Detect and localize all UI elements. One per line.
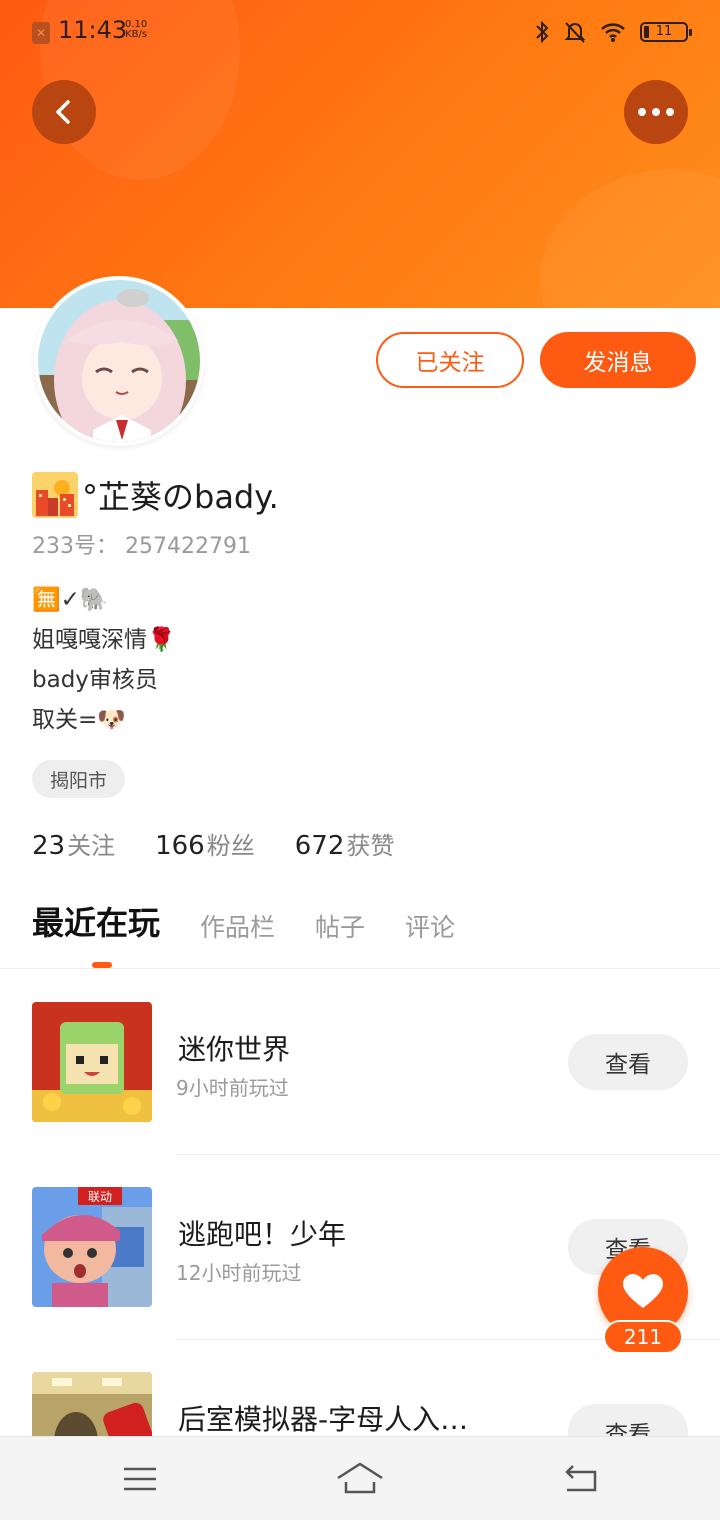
bio: 🈚✓🐘 姐嘎嘎深情🌹 bady审核员 取关=🐶	[32, 580, 176, 740]
bio-line: 姐嘎嘎深情🌹	[32, 627, 176, 653]
profile-stats: 23关注 166粉丝 672获赞	[32, 826, 394, 861]
network-speed: 0.10 KB/s	[125, 19, 148, 40]
profile-tabs: 最近在玩 作品栏 帖子 评论	[32, 898, 455, 968]
nav-home-button[interactable]	[336, 1455, 384, 1503]
game-played-time: 12小时前玩过	[176, 1261, 302, 1285]
nav-menu-button[interactable]	[116, 1455, 164, 1503]
notification-icon: ✕	[32, 22, 50, 44]
status-time: 11:43	[58, 16, 128, 44]
tab-posts[interactable]: 帖子	[315, 908, 365, 944]
bio-line: 取关=🐶	[32, 707, 126, 733]
mute-bell-icon	[564, 22, 586, 43]
bio-line: 🈚✓🐘	[32, 587, 109, 613]
like-count: 211	[603, 1320, 683, 1354]
return-icon	[565, 1465, 597, 1492]
send-message-button[interactable]: 发消息	[540, 332, 696, 388]
more-button[interactable]	[624, 80, 688, 144]
game-name: 后室模拟器-字母人入…	[178, 1403, 469, 1436]
game-name: 迷你世界	[178, 1033, 291, 1066]
avatar[interactable]	[34, 276, 204, 446]
game-name: 逃跑吧！少年	[178, 1218, 347, 1251]
game-played-time: 9小时前玩过	[176, 1076, 289, 1100]
list-item[interactable]: 迷你世界 9小时前玩过 查看	[0, 970, 720, 1155]
location-tag[interactable]: 揭阳市	[32, 760, 126, 798]
menu-icon	[124, 1467, 156, 1491]
username: °芷葵のbady.	[82, 478, 279, 516]
game-thumbnail[interactable]: 联动	[32, 1187, 152, 1307]
more-dots-icon	[638, 108, 674, 116]
battery-icon: 11	[640, 22, 692, 42]
wifi-icon	[601, 23, 625, 42]
following-stat[interactable]: 23关注	[32, 826, 115, 861]
game-thumbnail[interactable]	[32, 1002, 152, 1122]
svg-text:联动: 联动	[88, 1190, 112, 1204]
tab-works[interactable]: 作品栏	[200, 908, 275, 944]
username-row: °芷葵のbady.	[32, 472, 279, 518]
followed-button[interactable]: 已关注	[376, 332, 524, 388]
home-icon	[337, 1462, 383, 1494]
tab-recently-played[interactable]: 最近在玩	[32, 898, 160, 968]
likes-stat[interactable]: 672获赞	[295, 826, 395, 861]
city-sunset-icon	[32, 472, 78, 518]
user-id: 233号： 257422791	[32, 534, 251, 559]
view-button[interactable]: 查看	[568, 1034, 688, 1090]
nav-back-button[interactable]	[556, 1455, 604, 1503]
chevron-left-icon	[56, 100, 70, 124]
bio-line: bady审核员	[32, 667, 158, 693]
back-button[interactable]	[32, 80, 96, 144]
heart-icon	[623, 1274, 663, 1308]
followers-stat[interactable]: 166粉丝	[155, 826, 255, 861]
system-nav-bar	[0, 1436, 720, 1520]
bluetooth-icon	[536, 20, 549, 44]
tab-comments[interactable]: 评论	[405, 908, 455, 944]
status-bar: ✕ 11:43 0.10 KB/s 11	[0, 0, 720, 64]
